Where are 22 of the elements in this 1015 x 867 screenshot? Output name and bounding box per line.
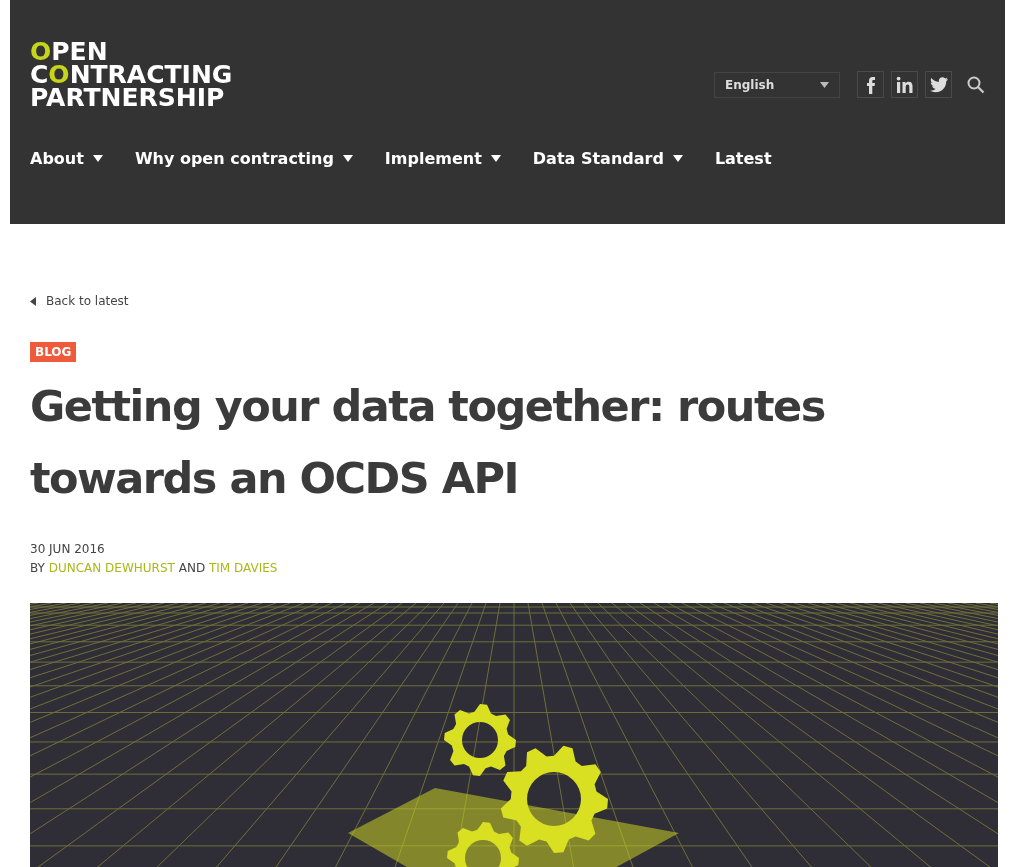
article-title: Getting your data together: routes towards an OCDS API: [30, 380, 826, 505]
twitter-icon[interactable]: [925, 71, 952, 98]
category-tag: BLOG: [30, 342, 77, 362]
back-link[interactable]: Back to latest: [30, 294, 985, 308]
byline-text: BY DUNCAN DEWHURST AND TIM DAVIES: [30, 561, 279, 575]
nav-menu-item[interactable]: Implement: [384, 149, 501, 168]
search-icon[interactable]: [967, 75, 985, 94]
nav-menu-item[interactable]: Data Standard: [532, 149, 683, 168]
facebook-icon[interactable]: [857, 71, 884, 98]
caret-icon: [672, 155, 683, 162]
language-select[interactable]: English: [714, 71, 840, 98]
caret-icon: [92, 155, 103, 162]
site-logo[interactable]: OPEN CONTRACTING PARTNERSHIP: [30, 40, 233, 109]
caret-icon: [342, 155, 353, 162]
linkedin-icon[interactable]: [891, 71, 918, 98]
caret-icon: [490, 155, 501, 162]
nav-menu-item[interactable]: Latest: [714, 149, 772, 168]
caret-icon: [30, 296, 36, 306]
nav-menu-item[interactable]: About: [30, 149, 103, 168]
nav-menu-item[interactable]: Why open contracting: [134, 149, 353, 168]
publish-date: 30 JUN 2016: [30, 542, 106, 556]
caret-icon: [820, 81, 829, 88]
